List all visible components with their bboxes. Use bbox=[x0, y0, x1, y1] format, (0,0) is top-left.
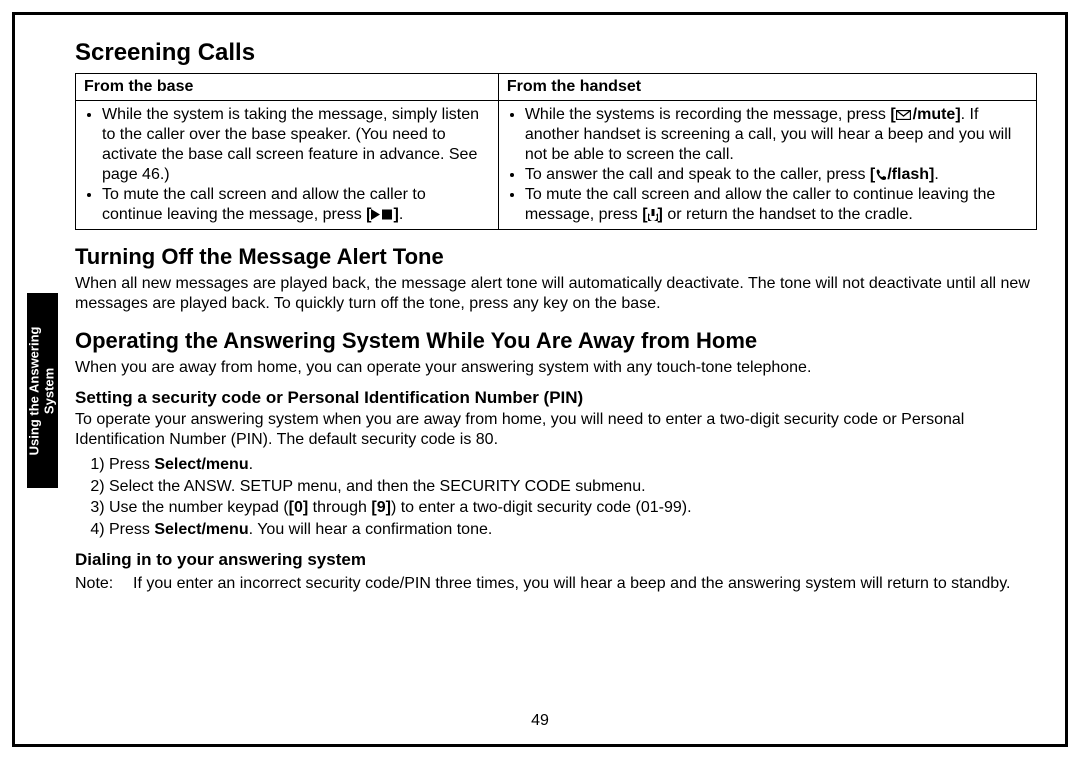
body-turning-off-alert: When all new messages are played back, t… bbox=[75, 274, 1037, 314]
cell-from-handset: While the systems is recording the messa… bbox=[498, 101, 1036, 230]
section-tab: Using the AnsweringSystem bbox=[27, 293, 58, 488]
phone-icon bbox=[875, 169, 886, 181]
handset-bullet-3: To mute the call screen and allow the ca… bbox=[525, 185, 1028, 225]
step-3: Use the number keypad ([0] through [9]) … bbox=[109, 497, 1037, 519]
step-4: Press Select/menu. You will hear a confi… bbox=[109, 519, 1037, 541]
base-bullet-2: To mute the call screen and allow the ca… bbox=[102, 185, 490, 225]
page-number: 49 bbox=[15, 712, 1065, 730]
heading-turning-off-alert: Turning Off the Message Alert Tone bbox=[75, 244, 1037, 270]
th-from-handset: From the handset bbox=[498, 74, 1036, 101]
manual-page: Using the AnsweringSystem Screening Call… bbox=[12, 12, 1068, 747]
base-bullet-1: While the system is taking the message, … bbox=[102, 105, 490, 185]
handset-bullet-2: To answer the call and speak to the call… bbox=[525, 165, 1028, 185]
heading-security-code: Setting a security code or Personal Iden… bbox=[75, 388, 1037, 408]
end-icon bbox=[648, 209, 658, 221]
note-body: If you enter an incorrect security code/… bbox=[133, 574, 1010, 594]
heading-dialing-in: Dialing in to your answering system bbox=[75, 550, 1037, 570]
heading-screening-calls: Screening Calls bbox=[75, 39, 1037, 67]
step-2: Select the ANSW. SETUP menu, and then th… bbox=[109, 476, 1037, 498]
body-operating-away: When you are away from home, you can ope… bbox=[75, 358, 1037, 378]
note-label: Note: bbox=[75, 574, 133, 594]
heading-operating-away: Operating the Answering System While You… bbox=[75, 328, 1037, 354]
screening-table: From the base From the handset While the… bbox=[75, 73, 1037, 230]
step-1: Press Select/menu. bbox=[109, 454, 1037, 476]
cell-from-base: While the system is taking the message, … bbox=[76, 101, 499, 230]
th-from-base: From the base bbox=[76, 74, 499, 101]
steps-security-code: Press Select/menu. Select the ANSW. SETU… bbox=[75, 454, 1037, 540]
play-stop-icon bbox=[371, 209, 393, 220]
body-security-code: To operate your answering system when yo… bbox=[75, 410, 1037, 450]
section-tab-label: Using the AnsweringSystem bbox=[28, 326, 58, 455]
envelope-icon bbox=[896, 110, 911, 120]
handset-bullet-1: While the systems is recording the messa… bbox=[525, 105, 1028, 165]
note-dialing-in: Note: If you enter an incorrect security… bbox=[75, 574, 1037, 594]
